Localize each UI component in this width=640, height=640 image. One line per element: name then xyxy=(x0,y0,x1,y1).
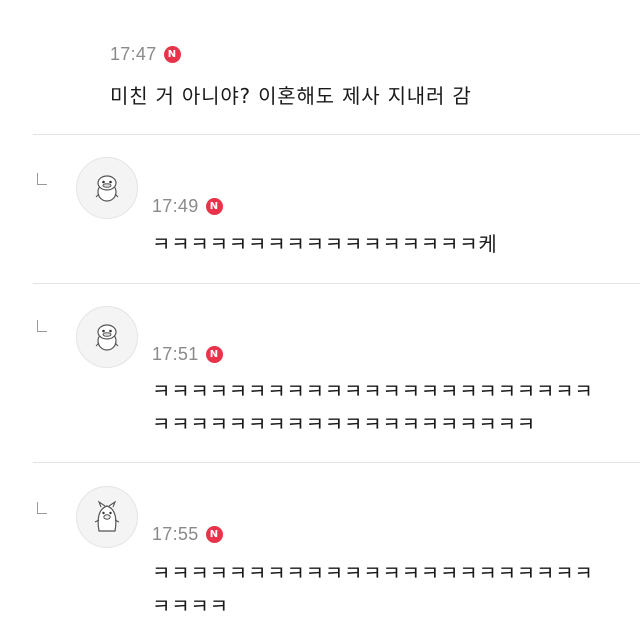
reply-line: ㅋㅋㅋㅋㅋㅋㅋㅋㅋㅋㅋㅋㅋㅋㅋㅋㅋㅋㅋㅋ xyxy=(152,412,536,436)
reply-timestamp-row: 17:49 N xyxy=(152,196,223,217)
reply-timestamp: 17:51 xyxy=(152,344,199,364)
reply-timestamp-row: 17:51 N xyxy=(152,344,223,365)
pig-character-icon xyxy=(94,500,120,532)
reply-line: ㅋㅋㅋㅋㅋㅋㅋㅋㅋㅋㅋㅋㅋㅋㅋㅋㅋㅋㅋㅋㅋㅋㅋ xyxy=(152,561,594,585)
reply-timestamp-row: 17:55 N xyxy=(152,524,223,545)
comment-timestamp: 17:47 xyxy=(110,44,157,64)
comment-timestamp-row: 17:47 N xyxy=(110,44,181,65)
divider xyxy=(33,462,640,463)
reply-line: ㅋㅋㅋㅋ xyxy=(152,594,229,618)
divider xyxy=(33,134,640,135)
divider xyxy=(33,283,640,284)
duck-character-icon xyxy=(95,324,119,351)
comment-text: 미친 거 아니야? 이혼해도 제사 지내러 감 xyxy=(110,84,472,108)
new-badge-icon: N xyxy=(205,346,223,363)
reply-timestamp: 17:49 xyxy=(152,196,199,216)
new-badge-icon: N xyxy=(163,46,181,63)
reply-arrow-icon xyxy=(37,320,47,332)
avatar[interactable] xyxy=(76,157,138,219)
reply-text: ㅋㅋㅋㅋㅋㅋㅋㅋㅋㅋㅋㅋㅋㅋㅋㅋㅋㅋㅋㅋㅋㅋㅋ ㅋㅋㅋㅋ xyxy=(152,557,594,623)
new-badge-icon: N xyxy=(205,198,223,215)
reply-line: ㅋㅋㅋㅋㅋㅋㅋㅋㅋㅋㅋㅋㅋㅋㅋㅋㅋ케 xyxy=(152,232,498,256)
new-badge-icon: N xyxy=(205,526,223,543)
duck-character-icon xyxy=(95,175,119,202)
reply-arrow-icon xyxy=(37,502,47,514)
reply-text: ㅋㅋㅋㅋㅋㅋㅋㅋㅋㅋㅋㅋㅋㅋㅋㅋㅋ케 xyxy=(152,228,498,261)
reply-text: ㅋㅋㅋㅋㅋㅋㅋㅋㅋㅋㅋㅋㅋㅋㅋㅋㅋㅋㅋㅋㅋㅋㅋ ㅋㅋㅋㅋㅋㅋㅋㅋㅋㅋㅋㅋㅋㅋㅋㅋ… xyxy=(152,375,594,441)
reply-arrow-icon xyxy=(37,173,47,185)
avatar[interactable] xyxy=(76,486,138,548)
reply-timestamp: 17:55 xyxy=(152,524,199,544)
reply-line: ㅋㅋㅋㅋㅋㅋㅋㅋㅋㅋㅋㅋㅋㅋㅋㅋㅋㅋㅋㅋㅋㅋㅋ xyxy=(152,379,594,403)
comment-thread: 17:47 N 미친 거 아니야? 이혼해도 제사 지내러 감 17:49 N … xyxy=(0,0,640,640)
avatar[interactable] xyxy=(76,306,138,368)
